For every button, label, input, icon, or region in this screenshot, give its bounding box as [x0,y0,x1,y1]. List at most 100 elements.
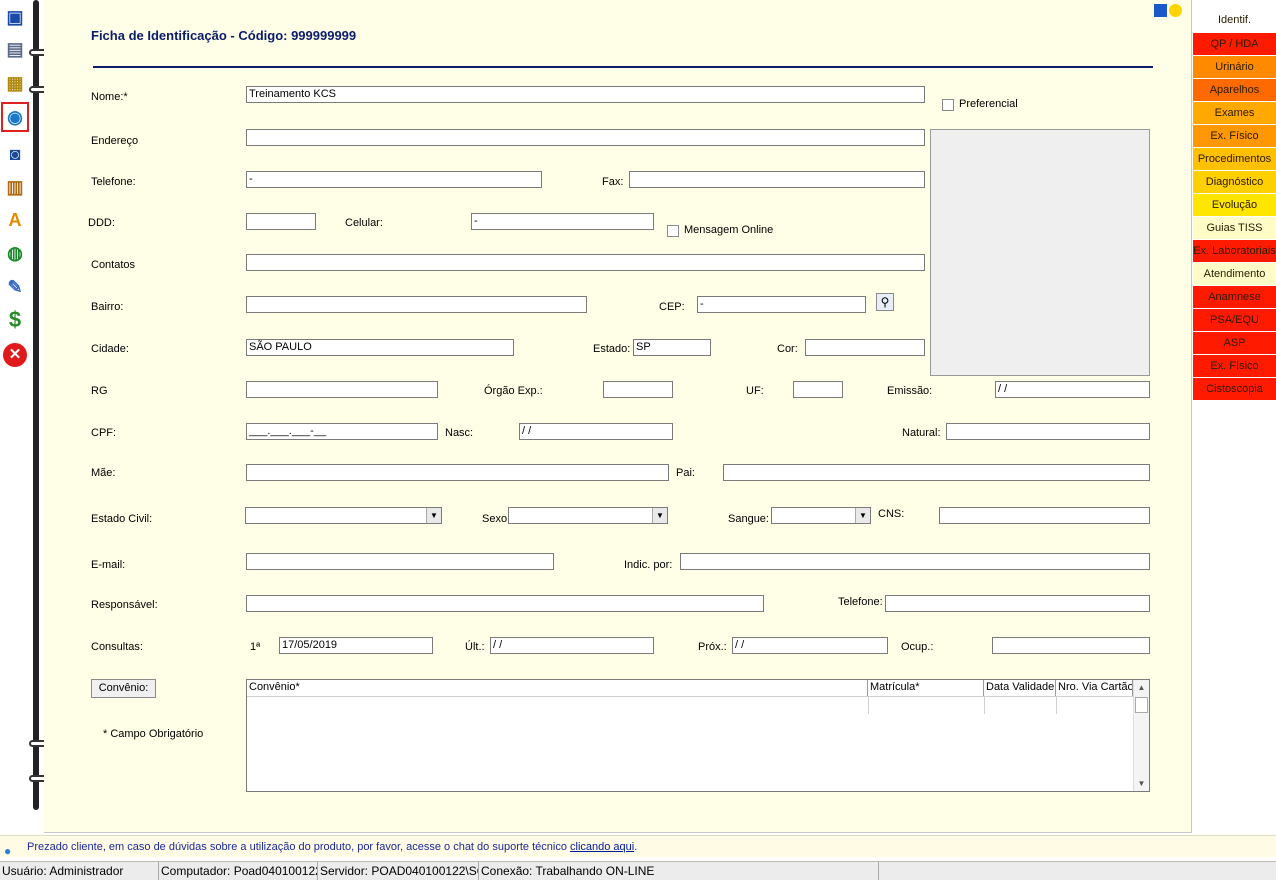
tab-cistoscopia[interactable]: Cistoscopia [1193,378,1276,400]
tab-evolucao[interactable]: Evolução [1193,194,1276,216]
grid-scrollbar[interactable]: ▲ ▼ [1133,680,1149,791]
proxima-consulta-input[interactable]: / / [732,637,888,654]
estado-civil-select[interactable]: ▼ [245,507,442,524]
tab-ex-laboratoriais[interactable]: Ex. Laboratoriais [1193,240,1276,262]
tab-aparelhos[interactable]: Aparelhos [1193,79,1276,101]
primeira-consulta-input[interactable]: 17/05/2019 [279,637,433,654]
tab-psa-equ[interactable]: PSA/EQU [1193,309,1276,331]
telefone-responsavel-input[interactable] [885,595,1150,612]
convenio-button[interactable]: Convênio: [91,679,156,698]
grid-divider [1056,697,1057,714]
contatos-input[interactable] [246,254,925,271]
pai-input[interactable] [723,464,1150,481]
status-empty [879,862,1276,880]
books-icon[interactable]: ▥ [1,172,29,202]
mae-label: Mãe: [91,467,116,479]
cpf-label: CPF: [91,427,117,439]
nasc-input[interactable]: / / [519,423,673,440]
mensagem-online-checkbox[interactable] [667,225,679,237]
proxima-consulta-label: Próx.: [698,641,727,653]
tab-qp-hda[interactable]: QP / HDA [1193,33,1276,55]
form-panel: Ficha de Identificação - Código: 9999999… [44,0,1192,833]
column-data-validade[interactable]: Data Validade [984,680,1056,696]
cidade-input[interactable]: SÃO PAULO [246,339,514,356]
contatos-label: Contatos [91,259,136,271]
tab-identif[interactable]: Identif. [1193,8,1276,32]
chevron-down-icon[interactable]: ▼ [855,508,870,523]
smiley-icon[interactable] [1169,4,1182,17]
scroll-thumb[interactable] [1135,697,1148,713]
tab-procedimentos[interactable]: Procedimentos [1193,148,1276,170]
endereco-input[interactable] [246,129,925,146]
telefone-input[interactable]: - [246,171,542,188]
tab-diagnostico[interactable]: Diagnóstico [1193,171,1276,193]
natural-input[interactable] [946,423,1150,440]
save-icon[interactable]: ▣ [1,2,29,32]
emissao-input[interactable]: / / [995,381,1150,398]
sangue-select[interactable]: ▼ [771,507,871,524]
globe-icon[interactable]: ◍ [1,238,29,268]
support-info-bar: ● Prezado cliente, em caso de dúvidas so… [0,835,1276,858]
mensagem-online-label: Mensagem Online [684,224,774,236]
search-cep-icon[interactable]: ⚲ [876,293,894,311]
consultas-label: Consultas: [91,641,143,653]
estado-label: Estado: [593,343,631,355]
tab-atendimento[interactable]: Atendimento [1193,263,1276,285]
cpf-input[interactable]: ___.___.___-__ [246,423,438,440]
chevron-down-icon[interactable]: ▼ [426,508,441,523]
letter-a-icon[interactable]: A [1,205,29,235]
scroll-up-icon[interactable]: ▲ [1134,680,1149,695]
monitor-icon[interactable] [1154,4,1167,17]
preferencial-checkbox[interactable] [942,99,954,111]
book-icon[interactable]: ▤ [1,34,29,64]
email-input[interactable] [246,553,554,570]
cidade-label: Cidade: [91,343,129,355]
cep-input[interactable]: - [697,296,866,313]
app-window: ▣ ▤ ▦ ◉ ◙ ▥ A ◍ ✎ $ ✕ Ficha de Identific… [0,0,1276,880]
cor-input[interactable] [805,339,925,356]
sexo-select[interactable]: ▼ [508,507,668,524]
disc-icon[interactable]: ◉ [1,102,29,132]
tab-urinario[interactable]: Urinário [1193,56,1276,78]
tab-exames[interactable]: Exames [1193,102,1276,124]
cns-label: CNS: [878,508,905,520]
nome-input[interactable]: Treinamento KCS [246,86,925,103]
tab-guias-tiss[interactable]: Guias TISS [1193,217,1276,239]
camera-icon[interactable]: ◙ [1,139,29,169]
mae-input[interactable] [246,464,669,481]
column-convenio[interactable]: Convênio* [247,680,868,696]
uf-input[interactable] [793,381,843,398]
grid-header: Convênio* Matrícula* Data Validade Nro. … [247,680,1133,697]
status-computador: Computador: Poad040100122 [159,862,318,880]
pen-icon[interactable]: ✎ [1,272,29,302]
support-chat-link[interactable]: clicando aqui [570,841,634,853]
column-nro-via-cartao[interactable]: Nro. Via Cartão [1056,680,1133,696]
tab-ex-fisico-2[interactable]: Ex. Físico [1193,355,1276,377]
ddd-input[interactable] [246,213,316,230]
gift-icon[interactable]: ▦ [1,68,29,98]
responsavel-input[interactable] [246,595,764,612]
cns-input[interactable] [939,507,1150,524]
ocup-input[interactable] [992,637,1150,654]
tab-anamnese[interactable]: Anamnese [1193,286,1276,308]
chevron-down-icon[interactable]: ▼ [652,508,667,523]
dollar-icon[interactable]: $ [1,305,29,335]
scroll-down-icon[interactable]: ▼ [1134,776,1149,791]
ultima-consulta-input[interactable]: / / [490,637,654,654]
fax-input[interactable] [629,171,925,188]
indic-por-input[interactable] [680,553,1150,570]
rg-input[interactable] [246,381,438,398]
close-icon[interactable]: ✕ [1,340,29,370]
column-matricula[interactable]: Matrícula* [868,680,984,696]
photo-box[interactable] [930,129,1150,376]
tab-asp[interactable]: ASP [1193,332,1276,354]
bairro-input[interactable] [246,296,587,313]
preferencial-label: Preferencial [959,98,1018,110]
cep-label: CEP: [659,301,685,313]
orgao-exp-input[interactable] [603,381,673,398]
pai-label: Pai: [676,467,695,479]
convenio-grid[interactable]: Convênio* Matrícula* Data Validade Nro. … [246,679,1150,792]
celular-input[interactable]: - [471,213,654,230]
estado-input[interactable]: SP [633,339,711,356]
tab-ex-fisico[interactable]: Ex. Físico [1193,125,1276,147]
